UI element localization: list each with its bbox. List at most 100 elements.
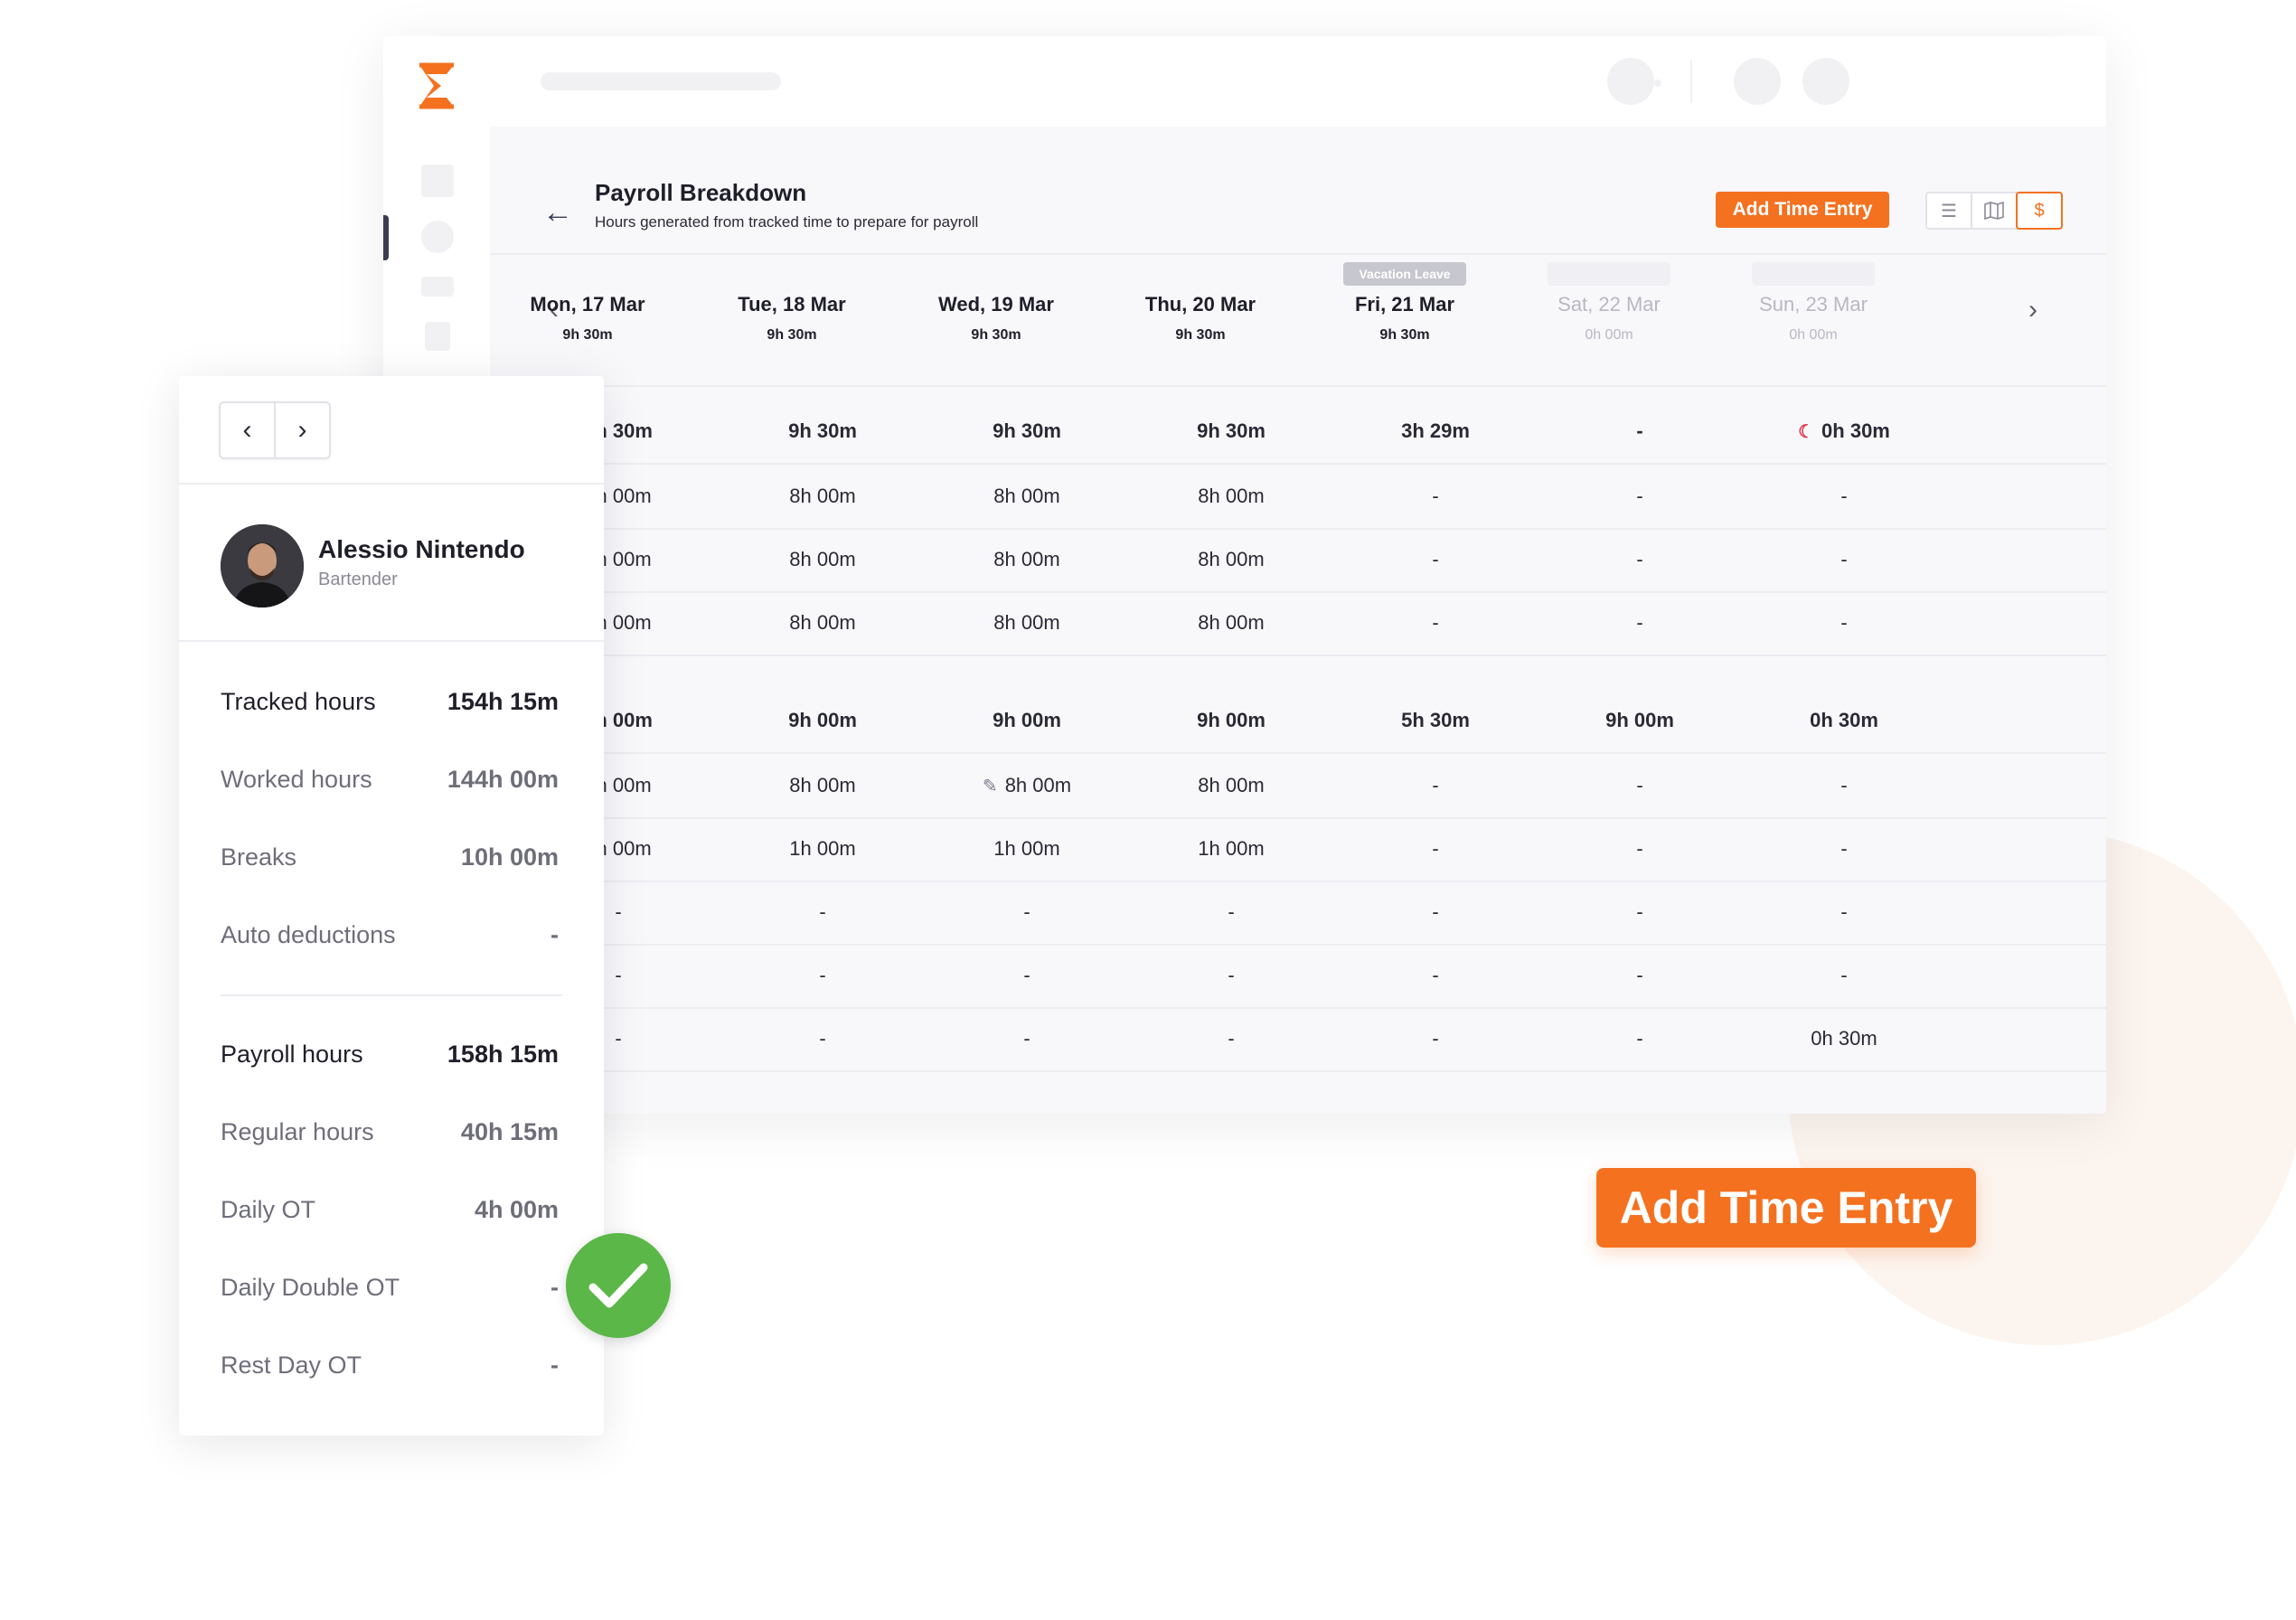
table-cell[interactable]: 8h 00m [732, 754, 913, 817]
cell-value: 9h 30m [788, 419, 857, 442]
table-cell[interactable]: 8h 00m [936, 465, 1117, 528]
cell-value: 1h 00m [789, 837, 856, 860]
table-cell[interactable]: - [1141, 881, 1322, 944]
search-placeholder[interactable] [541, 72, 781, 90]
table-cell[interactable]: - [1345, 465, 1526, 528]
table-cell[interactable]: - [1345, 817, 1526, 881]
table-row: 8h 00m 8h 00m 8h 00m 8h 00m - - - [490, 591, 2106, 656]
table-cell[interactable]: - [1141, 944, 1322, 1007]
cell-value: 5h 30m [1401, 709, 1470, 731]
table-cell[interactable]: 1h 00m [732, 817, 913, 881]
table-cell[interactable]: - [1345, 591, 1526, 655]
table-cell[interactable]: - [1549, 465, 1730, 528]
table-cell[interactable]: 9h 00m [936, 689, 1117, 752]
table-cell[interactable]: 1h 00m [936, 817, 1117, 881]
day-badge: Vacation Leave [1343, 262, 1466, 286]
table-cell[interactable]: - [936, 944, 1117, 1007]
table-cell[interactable]: 8h 00m [936, 528, 1117, 591]
table-cell[interactable]: 9h 30m [1141, 400, 1322, 463]
table-cell[interactable]: 9h 30m [936, 400, 1117, 463]
payroll-view-dollar-icon[interactable]: $ [2016, 192, 2063, 230]
table-cell[interactable]: 9h 30m [732, 400, 913, 463]
table-cell[interactable]: - [732, 881, 913, 944]
table-cell[interactable]: - [1549, 944, 1730, 1007]
add-time-entry-cta-button[interactable]: Add Time Entry [1596, 1168, 1976, 1248]
next-employee-chevron-icon[interactable]: › [276, 403, 329, 457]
cell-value: 8h 00m [789, 485, 856, 507]
table-cell[interactable]: 8h 00m [936, 591, 1117, 655]
table-cell[interactable]: - [1345, 528, 1526, 591]
table-cell[interactable]: - [1754, 817, 1934, 881]
table-cell[interactable]: - [936, 881, 1117, 944]
table-cell[interactable]: - [1754, 465, 1934, 528]
stat-row: Auto deductions - [221, 917, 559, 953]
table-cell[interactable]: - [1549, 754, 1730, 817]
topbar-icon-2[interactable] [1734, 58, 1781, 105]
table-cell[interactable]: 0h 30m [1754, 689, 1934, 752]
table-cell[interactable]: - [1549, 591, 1730, 655]
cell-value: - [1228, 964, 1235, 986]
cell-value: 8h 00m [1198, 611, 1265, 634]
cell-value: 9h 00m [788, 709, 857, 731]
table-cell[interactable]: - [1549, 817, 1730, 881]
back-arrow-icon[interactable]: ← [542, 197, 573, 228]
stat-value: 10h 00m [460, 843, 559, 871]
table-cell[interactable]: ✎ 8h 00m [936, 754, 1117, 817]
table-cell[interactable]: - [1549, 400, 1730, 463]
sidebar-item-4[interactable] [425, 322, 450, 351]
table-cell[interactable]: 8h 00m [732, 528, 913, 591]
table-cell[interactable]: - [1754, 754, 1934, 817]
table-cell[interactable]: 8h 00m [1141, 465, 1322, 528]
table-cell[interactable]: 5h 30m [1345, 689, 1526, 752]
table-cell[interactable]: 8h 00m [1141, 754, 1322, 817]
table-cell[interactable]: 3h 29m [1345, 400, 1526, 463]
table-cell[interactable]: 0h 30m [1754, 1007, 1934, 1070]
day-name: Wed, 19 Mar [938, 293, 1054, 316]
cell-value: 9h 30m [1197, 419, 1266, 442]
day-total: 9h 30m [767, 327, 817, 343]
sidebar-item-3[interactable] [421, 277, 454, 297]
cell-value: - [1636, 419, 1643, 442]
table-cell[interactable]: - [1754, 944, 1934, 1007]
table-cell[interactable]: - [1549, 881, 1730, 944]
table-cell[interactable]: - [1345, 881, 1526, 944]
table-cell[interactable]: - [936, 1007, 1117, 1070]
add-time-entry-button[interactable]: Add Time Entry [1716, 192, 1889, 228]
edit-pencil-icon[interactable]: ✎ [983, 775, 998, 797]
table-cell[interactable]: - [1345, 754, 1526, 817]
table-cell[interactable]: - [732, 1007, 913, 1070]
table-cell[interactable]: - [1345, 944, 1526, 1007]
table-cell[interactable]: 9h 00m [732, 689, 913, 752]
day-column-header: Vacation Leave Fri, 21 Mar 9h 30m [1314, 262, 1495, 344]
employee-name: Alessio Nintendo [318, 535, 525, 563]
table-cell[interactable]: - [1345, 1007, 1526, 1070]
table-row: ------- [490, 944, 2106, 1009]
next-week-chevron-icon[interactable]: › [2028, 295, 2037, 325]
table-cell[interactable]: 8h 00m [732, 591, 913, 655]
table-cell[interactable]: - [732, 944, 913, 1007]
table-cell[interactable]: 8h 00m [1141, 528, 1322, 591]
table-cell[interactable]: - [1141, 1007, 1322, 1070]
table-cell[interactable]: 1h 00m [1141, 817, 1322, 881]
table-cell[interactable]: - [1549, 1007, 1730, 1070]
table-cell[interactable]: - [1754, 881, 1934, 944]
topbar-avatar[interactable] [1802, 58, 1849, 105]
day-column-header: Sat, 22 Mar 0h 00m [1519, 262, 1699, 344]
sidebar-item-2[interactable] [421, 221, 454, 253]
table-cell[interactable]: 8h 00m [732, 465, 913, 528]
sidebar-item-1[interactable] [421, 165, 454, 197]
map-view-icon[interactable] [1972, 193, 2018, 228]
employee-summary-card: ‹ › Alessio Nintendo Bartender Tracked h… [179, 376, 604, 1436]
table-cell[interactable]: - [1549, 528, 1730, 591]
prev-employee-chevron-icon[interactable]: ‹ [221, 403, 276, 457]
table-cell[interactable]: - [1754, 528, 1934, 591]
table-cell[interactable]: - [1754, 591, 1934, 655]
day-badge [1752, 262, 1875, 286]
table-cell[interactable]: 9h 00m [1549, 689, 1730, 752]
cell-value: 8h 00m [789, 774, 856, 796]
topbar-icon-1[interactable] [1607, 58, 1654, 105]
table-cell[interactable]: ☾ 0h 30m [1754, 400, 1934, 463]
table-cell[interactable]: 9h 00m [1141, 689, 1322, 752]
list-view-icon[interactable]: ☰ [1927, 193, 1972, 228]
table-cell[interactable]: 8h 00m [1141, 591, 1322, 655]
